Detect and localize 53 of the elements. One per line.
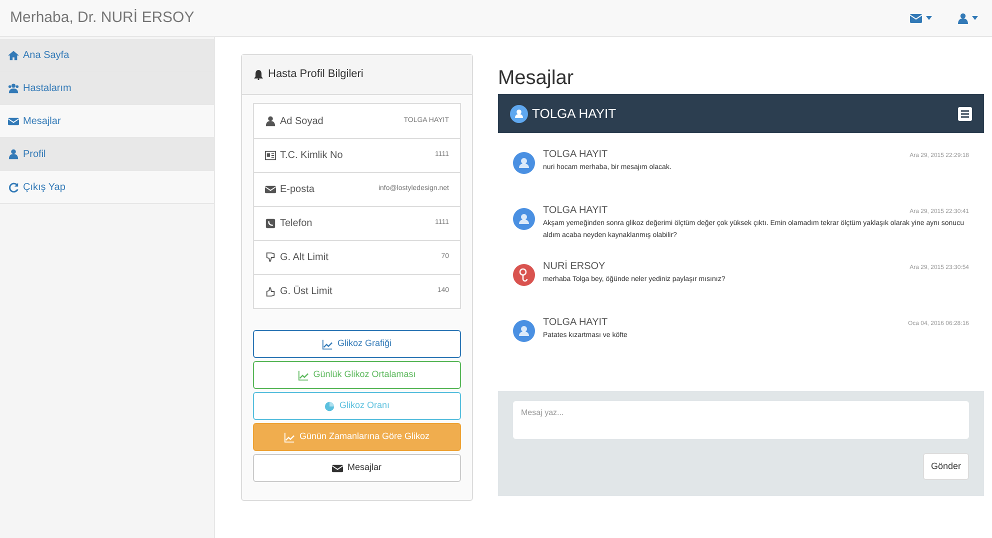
line-chart-icon — [298, 370, 310, 380]
message-input[interactable]: Mesaj yaz... — [513, 401, 969, 439]
chat-title: TOLGA HAYIT — [532, 104, 616, 123]
phone-icon — [265, 218, 276, 229]
user-icon — [8, 148, 19, 160]
envelope-icon — [265, 184, 276, 195]
envelope-icon — [910, 14, 922, 22]
envelope-icon — [332, 462, 344, 474]
avatar-icon — [510, 104, 528, 122]
sidebar-item[interactable]: Ana Sayfa — [0, 39, 214, 72]
line-chart-icon — [284, 432, 296, 442]
field-label: Ad Soyad — [280, 114, 324, 128]
refresh-icon — [8, 182, 19, 192]
sidebar-item[interactable]: Profil — [0, 138, 214, 171]
avatar-icon — [513, 152, 535, 174]
action-button[interactable]: Günün Zamanlarına Göre Glikoz — [253, 423, 461, 451]
user-dropdown[interactable] — [958, 12, 978, 24]
pie-chart-icon — [324, 400, 336, 412]
navbar-greeting: Merhaba, Dr. NURİ ERSOY — [10, 8, 194, 28]
user-icon — [265, 116, 276, 126]
caret-icon — [972, 16, 978, 20]
field-label: G. Üst Limit — [280, 284, 332, 299]
menu-icon[interactable] — [958, 106, 972, 120]
sender-name: TOLGA HAYIT — [543, 148, 608, 162]
sender-name: NURİ ERSOY — [543, 259, 606, 274]
action-button[interactable]: Mesajlar — [253, 454, 461, 482]
page-title: Mesajlar — [498, 66, 575, 90]
envelope-dropdown[interactable] — [910, 12, 932, 24]
line-chart-icon — [322, 338, 334, 350]
action-button[interactable]: Glikoz Oranı — [253, 392, 461, 420]
avatar-icon — [513, 264, 535, 286]
sidebar-item[interactable]: Hastalarım — [0, 72, 214, 105]
send-button[interactable]: Gönder — [922, 453, 969, 480]
action-button[interactable]: Glikoz Grafiği — [253, 330, 461, 358]
avatar-icon — [513, 208, 535, 230]
home-icon — [8, 50, 19, 60]
field-label: T.C. Kimlik No — [280, 149, 343, 163]
bell-icon — [254, 70, 263, 80]
field-label: E-posta — [280, 183, 314, 197]
field-label: G. Alt Limit — [280, 251, 328, 265]
action-button[interactable]: Günlük Glikoz Ortalaması — [253, 361, 461, 389]
panel-title: Hasta Profil Bilgileri — [268, 67, 364, 82]
sender-name: TOLGA HAYIT — [543, 204, 608, 218]
users-icon — [8, 82, 19, 94]
field-label: Telefon — [280, 217, 312, 231]
caret-icon — [926, 16, 932, 20]
user-icon — [958, 12, 968, 24]
thumbs-down-icon — [265, 252, 276, 263]
envelope-icon — [8, 116, 19, 126]
sender-name: TOLGA HAYIT — [543, 316, 608, 330]
id-card-icon — [265, 150, 276, 161]
thumbs-up-icon — [265, 286, 276, 297]
avatar-icon — [513, 320, 535, 342]
